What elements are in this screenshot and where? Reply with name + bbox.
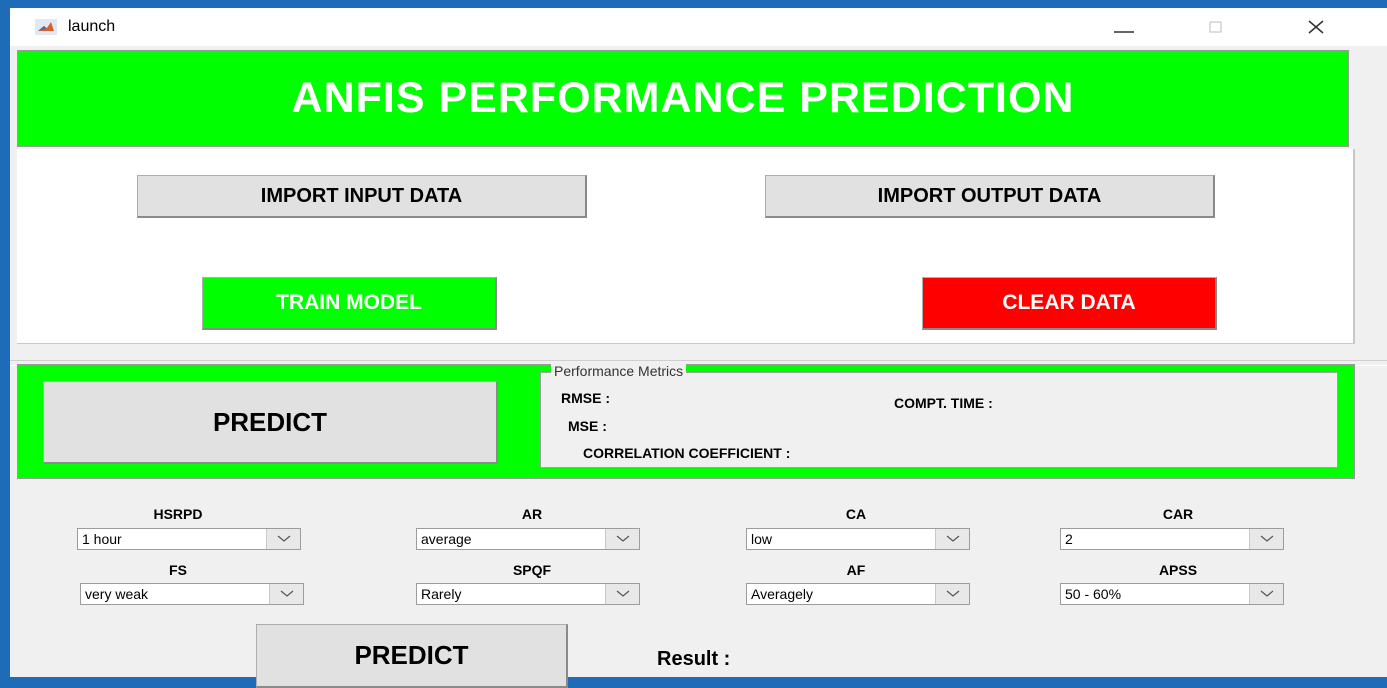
prediction-panel: PREDICT Performance Metrics RMSE : MSE :… <box>17 363 1355 479</box>
spqf-dropdown[interactable]: Rarely <box>416 583 640 605</box>
ar-dropdown[interactable]: average <box>416 528 640 550</box>
correlation-coefficient-label: CORRELATION COEFFICIENT : <box>583 445 791 461</box>
train-model-button[interactable]: TRAIN MODEL <box>202 277 497 330</box>
chevron-down-icon <box>935 584 969 604</box>
spqf-value: Rarely <box>421 586 462 602</box>
window-title: launch <box>68 18 116 35</box>
apss-value: 50 - 60% <box>1065 586 1122 602</box>
car-dropdown[interactable]: 2 <box>1060 528 1284 550</box>
spqf-label: SPQF <box>512 562 552 578</box>
ca-dropdown[interactable]: low <box>746 528 970 550</box>
matlab-app-icon <box>35 19 57 35</box>
compt-time-label: COMPT. TIME : <box>894 395 993 411</box>
af-dropdown[interactable]: Averagely <box>746 583 970 605</box>
minimize-button[interactable] <box>1101 8 1147 46</box>
banner-title: ANFIS PERFORMANCE PREDICTION <box>291 74 1075 122</box>
apss-dropdown[interactable]: 50 - 60% <box>1060 583 1284 605</box>
close-icon <box>1308 20 1324 34</box>
fs-label: FS <box>169 562 187 578</box>
chevron-down-icon <box>605 529 639 549</box>
data-panel: IMPORT INPUT DATA IMPORT OUTPUT DATA TRA… <box>17 149 1355 344</box>
predict-button-bottom[interactable]: PREDICT <box>256 624 568 688</box>
car-label: CAR <box>1162 506 1194 522</box>
title-bar: launch <box>10 8 1387 46</box>
ar-value: average <box>421 531 472 547</box>
predict-button-top[interactable]: PREDICT <box>43 381 498 464</box>
app-banner: ANFIS PERFORMANCE PREDICTION <box>17 50 1349 147</box>
maximize-button[interactable] <box>1193 8 1239 46</box>
mse-label: MSE : <box>568 418 607 434</box>
maximize-icon <box>1209 21 1222 33</box>
fs-value: very weak <box>85 586 149 602</box>
import-input-data-button[interactable]: IMPORT INPUT DATA <box>137 175 587 218</box>
chevron-down-icon <box>1249 529 1283 549</box>
hsrpd-dropdown[interactable]: 1 hour <box>77 528 301 550</box>
fs-dropdown[interactable]: very weak <box>80 583 304 605</box>
hsrpd-label: HSRPD <box>153 506 203 522</box>
performance-metrics-title: Performance Metrics <box>551 363 687 379</box>
apss-label: APSS <box>1158 562 1198 578</box>
ca-label: CA <box>845 506 867 522</box>
rmse-label: RMSE : <box>561 390 610 406</box>
chevron-down-icon <box>605 584 639 604</box>
chevron-down-icon <box>266 529 300 549</box>
chevron-down-icon <box>1249 584 1283 604</box>
performance-metrics-group: Performance Metrics RMSE : MSE : COMPT. … <box>540 363 1338 468</box>
minimize-icon <box>1114 31 1134 33</box>
result-label: Result : <box>657 648 731 670</box>
af-label: AF <box>846 562 866 578</box>
chevron-down-icon <box>935 529 969 549</box>
hsrpd-value: 1 hour <box>82 531 122 547</box>
af-value: Averagely <box>751 586 814 602</box>
app-window: launch ANFIS PERFORMANCE PREDICTION IMPO… <box>10 8 1387 688</box>
chevron-down-icon <box>269 584 303 604</box>
car-value: 2 <box>1065 531 1073 547</box>
import-output-data-button[interactable]: IMPORT OUTPUT DATA <box>765 175 1215 218</box>
close-button[interactable] <box>1293 8 1339 46</box>
clear-data-button[interactable]: CLEAR DATA <box>922 277 1217 330</box>
ca-value: low <box>751 531 773 547</box>
ar-label: AR <box>521 506 543 522</box>
